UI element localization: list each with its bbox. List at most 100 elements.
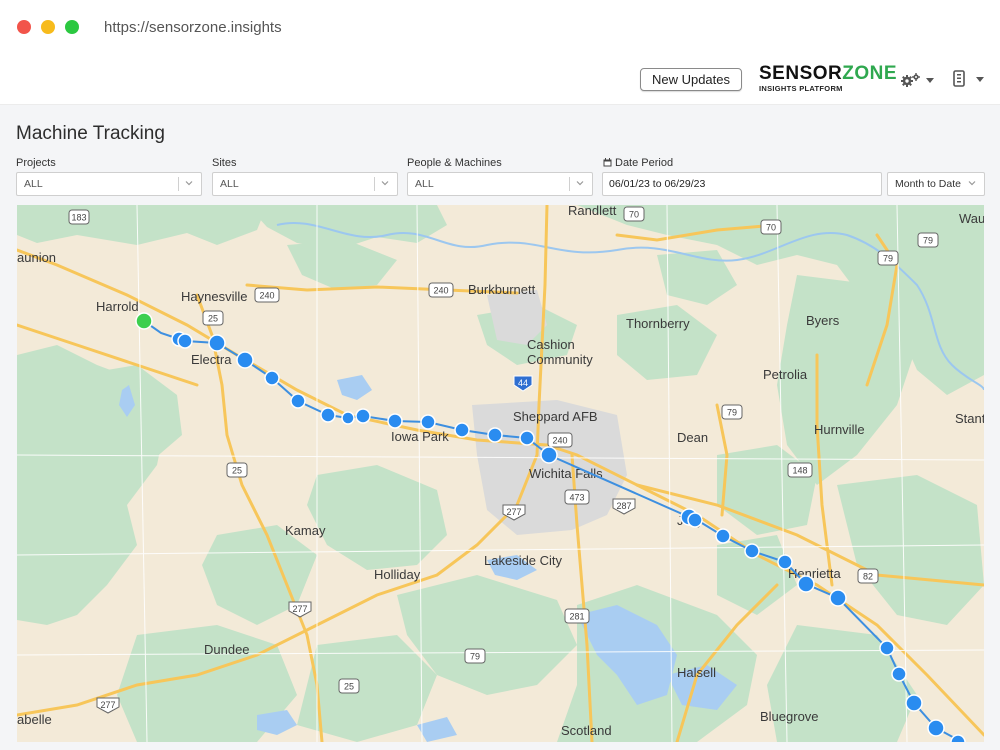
place-label: Burkburnett <box>468 282 536 297</box>
route-shield: 473 <box>564 489 590 505</box>
settings-dropdown[interactable] <box>900 71 936 89</box>
date-range-input[interactable]: 06/01/23 to 06/29/23 <box>602 172 882 196</box>
logo-text-sensor: SENSOR <box>759 63 843 84</box>
svg-text:70: 70 <box>629 210 639 220</box>
svg-text:277: 277 <box>506 507 521 517</box>
place-label-line: Cashion <box>527 337 575 352</box>
window-maximize-button[interactable] <box>65 20 79 34</box>
svg-text:44: 44 <box>518 378 528 388</box>
place-label: Electra <box>191 352 232 367</box>
tracking-point[interactable] <box>879 640 895 656</box>
device-icon <box>953 70 965 87</box>
place-label: aunion <box>17 250 56 265</box>
place-label: Kamay <box>285 523 326 538</box>
svg-text:277: 277 <box>100 700 115 710</box>
tracking-point[interactable] <box>905 694 923 712</box>
logo-subtitle: INSIGHTS PLATFORM <box>759 84 843 93</box>
tracking-point[interactable] <box>744 543 760 559</box>
route-shield: 240 <box>547 432 573 448</box>
calendar-icon <box>603 158 612 167</box>
place-label: Bluegrove <box>760 709 819 724</box>
place-label: Halsell <box>677 665 716 680</box>
projects-value: ALL <box>24 178 43 190</box>
tracking-point[interactable] <box>829 589 847 607</box>
tracking-point[interactable] <box>715 528 731 544</box>
chevron-down-icon <box>185 181 193 186</box>
svg-text:281: 281 <box>569 612 584 622</box>
chevron-down-icon <box>381 181 389 186</box>
tracking-start-point[interactable] <box>135 312 153 330</box>
tracking-point[interactable] <box>177 333 193 349</box>
app-header: New Updates SENSORZONE INSIGHTS PLATFORM <box>0 56 1000 105</box>
route-shield: 79 <box>877 250 899 266</box>
address-bar[interactable]: https://sensorzone.insights <box>104 19 282 36</box>
place-label: Holliday <box>374 567 421 582</box>
tracking-point[interactable] <box>320 407 336 423</box>
place-label: Petrolia <box>763 367 808 382</box>
tracking-point[interactable] <box>797 575 815 593</box>
route-shield: 240 <box>254 287 280 303</box>
svg-text:183: 183 <box>71 213 86 223</box>
tracking-point[interactable] <box>208 334 226 352</box>
place-label: Iowa Park <box>391 429 449 444</box>
place-label: Dundee <box>204 642 250 657</box>
svg-text:287: 287 <box>616 501 631 511</box>
place-label: Thornberry <box>626 316 690 331</box>
tracking-point[interactable] <box>777 554 793 570</box>
route-shield: 79 <box>464 648 486 664</box>
place-label: Randlett <box>568 205 617 218</box>
tracking-point[interactable] <box>236 351 254 369</box>
projects-label: Projects <box>16 157 56 169</box>
tracking-point[interactable] <box>519 430 535 446</box>
tracking-point[interactable] <box>891 666 907 682</box>
tracking-point[interactable] <box>264 370 280 386</box>
window-close-button[interactable] <box>17 20 31 34</box>
tracking-point[interactable] <box>387 413 403 429</box>
projects-select[interactable]: ALL <box>16 172 202 196</box>
svg-text:240: 240 <box>433 286 448 296</box>
tracking-point[interactable] <box>927 719 945 737</box>
tracking-point[interactable] <box>487 427 503 443</box>
place-label: Stanton <box>955 411 984 426</box>
place-label: Byers <box>806 313 840 328</box>
place-label: Sheppard AFB <box>513 409 598 424</box>
window-minimize-button[interactable] <box>41 20 55 34</box>
svg-text:240: 240 <box>552 436 567 446</box>
date-preset-select[interactable]: Month to Date <box>887 172 985 196</box>
select-divider <box>374 177 375 191</box>
route-shield: 82 <box>857 568 879 584</box>
sites-select[interactable]: ALL <box>212 172 398 196</box>
tracking-point[interactable] <box>540 446 558 464</box>
tracking-point[interactable] <box>290 393 306 409</box>
tracking-point[interactable] <box>454 422 470 438</box>
select-divider <box>178 177 179 191</box>
route-shield: 70 <box>760 219 782 235</box>
chevron-down-icon <box>976 77 984 82</box>
logo-text-zone: ZONE <box>842 63 898 84</box>
svg-text:25: 25 <box>344 682 354 692</box>
tracking-point[interactable] <box>687 512 703 528</box>
tracking-point[interactable] <box>341 411 355 425</box>
tracking-point[interactable] <box>355 408 371 424</box>
svg-text:25: 25 <box>208 314 218 324</box>
place-label: Hurnville <box>814 422 865 437</box>
people-machines-select[interactable]: ALL <box>407 172 593 196</box>
place-label: Harrold <box>96 299 139 314</box>
device-dropdown[interactable] <box>952 70 986 90</box>
map[interactable]: 183 70 70 79 79 240 240 25 44 79 240 148… <box>17 205 984 742</box>
svg-text:79: 79 <box>727 408 737 418</box>
route-shield: 183 <box>68 209 90 225</box>
map-canvas[interactable]: 183 70 70 79 79 240 240 25 44 79 240 148… <box>17 205 984 742</box>
chevron-down-icon <box>576 181 584 186</box>
svg-text:79: 79 <box>470 652 480 662</box>
route-shield: 79 <box>917 232 939 248</box>
route-shield: 281 <box>564 608 590 624</box>
tracking-point[interactable] <box>950 734 966 742</box>
tracking-point[interactable] <box>420 414 436 430</box>
sites-label: Sites <box>212 157 237 169</box>
route-shield: 25 <box>202 310 224 326</box>
new-updates-button[interactable]: New Updates <box>640 68 742 91</box>
chevron-down-icon <box>968 181 976 186</box>
route-shield: 79 <box>721 404 743 420</box>
route-shield: 148 <box>787 462 813 478</box>
